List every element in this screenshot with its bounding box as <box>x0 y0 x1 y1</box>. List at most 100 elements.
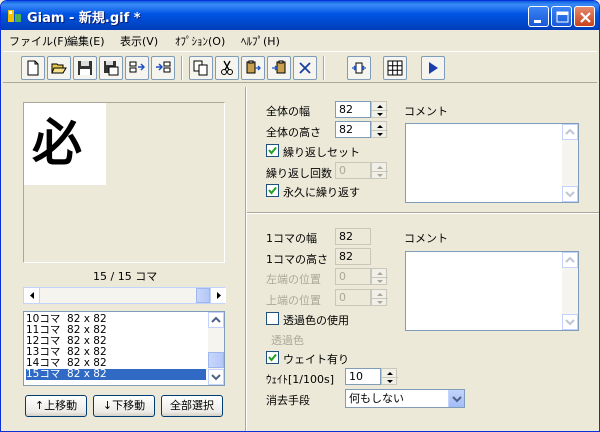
wait-enable-checkbox[interactable] <box>266 351 279 364</box>
list-scroll-thumb[interactable] <box>208 352 224 368</box>
arrow-down-icon <box>565 191 575 198</box>
comment-scroll-down-button[interactable] <box>562 186 578 202</box>
top-position-input[interactable]: 0 <box>335 289 371 306</box>
spin-arrows-icon <box>372 166 388 177</box>
transparent-use-checkbox[interactable] <box>266 312 279 325</box>
paste-before-icon <box>246 60 261 74</box>
frame-list-scrollbar[interactable] <box>208 312 224 385</box>
dispose-dropdown-button[interactable] <box>448 390 464 407</box>
list-scroll-up-button[interactable] <box>208 312 224 328</box>
comment-scrollbar[interactable] <box>562 124 578 202</box>
global-comment-textarea[interactable] <box>405 123 579 203</box>
export-button[interactable] <box>151 56 175 80</box>
menu-edit[interactable]: 編集(E) <box>67 33 105 49</box>
move-down-button[interactable]: ↓下移動 <box>93 395 155 417</box>
menu-view[interactable]: 表示(V) <box>120 33 158 49</box>
paste-after-button[interactable] <box>267 56 291 80</box>
transparent-use-label: 透過色の使用 <box>283 314 349 327</box>
copy-button[interactable] <box>189 56 213 80</box>
arrow-right-icon <box>217 292 221 299</box>
frame-scrollbar[interactable] <box>23 287 226 304</box>
menu-options[interactable]: ｵﾌﾟｼｮﾝ(O) <box>175 33 225 49</box>
extract-frame-icon <box>156 61 171 73</box>
scroll-thumb[interactable] <box>196 288 210 303</box>
select-all-button[interactable]: 全部選択 <box>161 395 223 417</box>
comment-scroll-up-button[interactable] <box>562 124 578 140</box>
global-height-spinner[interactable] <box>371 121 388 138</box>
copy-icon <box>193 60 208 76</box>
check-icon <box>268 186 277 195</box>
frame-list-item-selected[interactable]: 15コマ 82 x 82 <box>26 369 206 380</box>
paste-after-icon <box>272 60 286 74</box>
wait-input[interactable]: 10 <box>345 368 381 385</box>
global-height-label: 全体の高さ <box>266 126 321 139</box>
wait-label: ｳｪｲﾄ[1/100s] <box>266 373 335 386</box>
loop-forever-checkbox[interactable] <box>266 184 279 197</box>
menu-file[interactable]: ファイル(F) <box>9 33 68 49</box>
toolbar-separator <box>181 56 183 80</box>
minimize-button[interactable] <box>528 6 549 27</box>
grid-button[interactable] <box>383 56 407 80</box>
open-button[interactable] <box>47 56 71 80</box>
top-position-spinner[interactable] <box>371 289 388 306</box>
frame-comment-textarea[interactable] <box>405 251 579 331</box>
wait-spinner[interactable] <box>381 368 398 385</box>
left-position-spinner[interactable] <box>371 268 388 285</box>
loop-count-label: 繰り返し回数 <box>266 167 332 180</box>
loop-set-checkbox[interactable] <box>266 144 279 157</box>
scroll-left-button[interactable] <box>24 288 40 303</box>
section-divider <box>247 212 599 214</box>
loop-count-spinner[interactable] <box>371 162 388 179</box>
left-position-label: 左端の位置 <box>266 273 321 286</box>
global-width-input[interactable]: 82 <box>335 101 371 118</box>
panel-divider <box>245 87 247 431</box>
dispose-select-value: 何もしない <box>349 392 404 405</box>
left-position-input[interactable]: 0 <box>335 268 371 285</box>
loop-count-input[interactable]: 0 <box>335 162 371 179</box>
frame-comment-scrollbar[interactable] <box>562 252 578 330</box>
list-scroll-down-button[interactable] <box>208 369 224 385</box>
spin-arrows-icon <box>372 293 388 304</box>
main-window: Giam - 新規.gif * ファイル(F) 編集(E) 表示(V) ｵﾌﾟｼ… <box>0 0 600 432</box>
scroll-right-button[interactable] <box>210 288 226 303</box>
check-icon <box>268 353 277 362</box>
scissors-icon <box>221 60 233 75</box>
menu-help[interactable]: ﾍﾙﾌﾟ(H) <box>241 33 280 49</box>
dispose-select[interactable]: 何もしない <box>345 389 465 408</box>
frame-list[interactable]: 10コマ 82 x 82 11コマ 82 x 82 12コマ 82 x 82 1… <box>23 311 225 386</box>
chevron-down-icon <box>452 396 462 403</box>
loop-forever-label: 永久に繰り返す <box>283 186 360 199</box>
play-button[interactable] <box>421 56 445 80</box>
arrow-up-icon <box>565 128 575 135</box>
window-title: Giam - 新規.gif * <box>27 11 141 26</box>
global-width-spinner[interactable] <box>371 101 388 118</box>
maximize-button[interactable] <box>551 6 572 27</box>
save-button[interactable] <box>73 56 97 80</box>
paste-before-button[interactable] <box>241 56 265 80</box>
close-button[interactable] <box>574 6 595 27</box>
move-up-button[interactable]: ↑上移動 <box>25 395 87 417</box>
arrow-down-icon <box>565 319 575 326</box>
frame-counter: 15 / 15 コマ <box>93 270 158 283</box>
spin-arrows-icon <box>372 125 388 136</box>
delete-button[interactable] <box>293 56 317 80</box>
new-button[interactable] <box>21 56 45 80</box>
frame-width-value: 82 <box>335 228 371 245</box>
title-bar[interactable]: Giam - 新規.gif * <box>1 1 599 30</box>
frame-height-label: 1コマの高さ <box>266 253 328 266</box>
preview-glyph: 必 <box>32 113 82 172</box>
save-as-button[interactable] <box>99 56 123 80</box>
frame-comment-scroll-down-button[interactable] <box>562 314 578 330</box>
new-file-icon <box>27 60 39 76</box>
delete-x-icon <box>299 62 311 74</box>
play-icon <box>429 62 438 74</box>
import-button[interactable] <box>125 56 149 80</box>
toolbar-separator <box>323 56 325 80</box>
minimize-icon <box>534 20 541 23</box>
fit-size-button[interactable] <box>347 56 371 80</box>
frame-comment-scroll-up-button[interactable] <box>562 252 578 268</box>
cut-button[interactable] <box>215 56 239 80</box>
global-height-input[interactable]: 82 <box>335 121 371 138</box>
save-as-icon <box>104 61 119 76</box>
close-icon <box>580 12 591 23</box>
